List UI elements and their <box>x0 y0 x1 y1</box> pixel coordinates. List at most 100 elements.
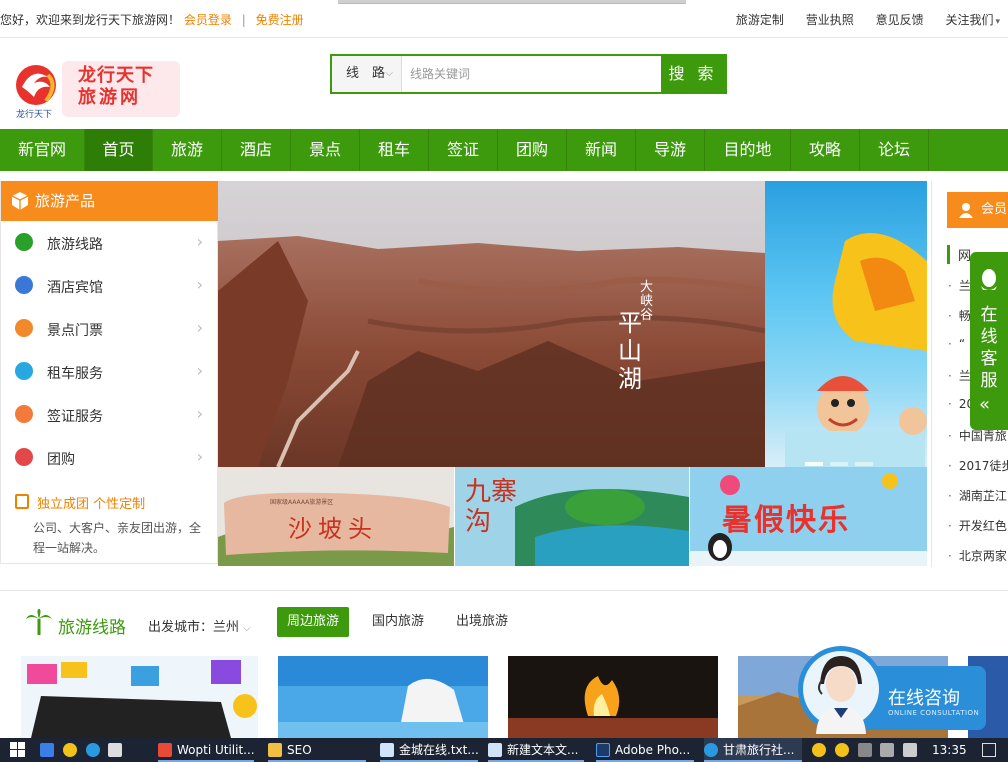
palm-tree-icon <box>26 609 52 635</box>
settings-icon[interactable] <box>108 743 123 757</box>
chevron-right-icon: › <box>196 447 203 466</box>
network-icon[interactable] <box>880 743 895 757</box>
menu-item-routes[interactable]: 旅游线路 › <box>1 222 217 265</box>
tab-outbound[interactable]: 出境旅游 <box>446 607 518 637</box>
search-button[interactable]: 搜 索 <box>661 56 725 92</box>
online-consult-float[interactable]: 在线咨询 ONLINE CONSULTATION <box>796 644 986 738</box>
product-card[interactable] <box>21 656 258 738</box>
news-item[interactable]: 兰 <box>948 367 971 384</box>
nav-item-travel[interactable]: 旅游 <box>153 129 222 171</box>
product-menu-header: 旅游产品 <box>1 181 219 221</box>
login-link[interactable]: 会员登录 <box>184 13 232 27</box>
register-link[interactable]: 免费注册 <box>256 13 304 27</box>
menu-item-car-rental[interactable]: 租车服务 › <box>1 351 217 394</box>
nav-item-visa[interactable]: 签证 <box>429 129 498 171</box>
online-service-float[interactable]: 在线客服 « <box>970 252 1008 430</box>
thumb-jiuzhaigou[interactable]: 九寨沟 <box>455 467 689 566</box>
consult-title: 在线咨询 <box>888 688 960 709</box>
thumb-shapotou[interactable]: 国家级AAAAA旅游景区 沙坡头 <box>218 467 454 566</box>
nav-item-destination[interactable]: 目的地 <box>705 129 791 171</box>
nav-item-groupbuy[interactable]: 团购 <box>498 129 567 171</box>
banner-dot-active[interactable] <box>805 462 823 466</box>
taskbar-item-browser[interactable]: 甘肃旅行社... <box>704 738 802 762</box>
product-card[interactable] <box>508 656 718 738</box>
taskbar-item-notepad2[interactable]: 新建文本文... <box>488 738 584 762</box>
custom-tour-box[interactable]: 独立成团 个性定制 公司、大客户、亲友团出游，全程一站解决。 <box>15 493 211 558</box>
menu-item-tickets[interactable]: 景点门票 › <box>1 308 217 351</box>
nav-item-hotel[interactable]: 酒店 <box>222 129 291 171</box>
nav-item-scenic[interactable]: 景点 <box>291 129 360 171</box>
chevron-up-icon[interactable] <box>857 743 872 757</box>
menu-item-label: 租车服务 <box>47 366 103 382</box>
menu-item-label: 签证服务 <box>47 409 103 425</box>
news-item[interactable]: 畅 <box>948 307 971 324</box>
volume-icon[interactable] <box>903 743 918 757</box>
top-link-follow[interactable]: 关注我们 <box>945 13 993 27</box>
qq-icon <box>981 269 997 290</box>
logo-text-2: 旅游网 <box>78 87 141 108</box>
header: 龙行天下 旅游网 龙行天下 线 路 ⌵ 搜 索 <box>0 39 1008 129</box>
tag-icon <box>15 448 33 466</box>
photoshop-icon <box>596 743 610 757</box>
ticket-icon <box>15 319 33 337</box>
banner-dot[interactable] <box>829 462 848 466</box>
taskbar-item-wopti[interactable]: Wopti Utilit... <box>158 738 254 762</box>
collapse-icon[interactable]: « <box>979 394 990 415</box>
clock[interactable]: 13:35 <box>932 738 967 762</box>
top-link-custom[interactable]: 旅游定制 <box>736 13 784 27</box>
news-item[interactable]: “ <box>948 337 965 351</box>
top-bar: 您好，欢迎来到龙行天下旅游网！ 会员登录 | 免费注册 旅游定制 营业执照 意见… <box>0 0 1008 38</box>
notification-icon[interactable] <box>982 743 996 757</box>
nav-item-car[interactable]: 租车 <box>360 129 429 171</box>
site-logo[interactable]: 龙行天下 旅游网 龙行天下 <box>12 57 180 120</box>
news-item[interactable]: 湖南芷江 <box>948 487 1007 504</box>
qq-icon[interactable] <box>812 743 826 757</box>
taskbar-item-seo[interactable]: SEO <box>268 738 366 762</box>
news-item[interactable]: 2017徒步 <box>948 457 1008 474</box>
separator: | <box>241 13 246 27</box>
app-icon <box>158 743 172 757</box>
nav-item-new-site[interactable]: 新官网 <box>0 129 85 171</box>
chevron-down-icon: ▾ <box>995 17 1000 27</box>
search-scope-select[interactable]: 线 路 ⌵ <box>332 56 402 92</box>
browser-icon <box>704 743 718 757</box>
menu-item-hotels[interactable]: 酒店宾馆 › <box>1 265 217 308</box>
window-icon[interactable] <box>40 743 54 757</box>
browser-icon[interactable] <box>85 743 100 757</box>
hotel-icon <box>15 276 33 294</box>
agent-avatar <box>798 646 884 734</box>
search-scope-label: 线 路 <box>346 66 386 81</box>
taskbar: Wopti Utilit... SEO 金城在线.txt... 新建文本文...… <box>0 738 1008 762</box>
menu-item-label: 旅游线路 <box>47 237 103 253</box>
banner-dot[interactable] <box>854 462 873 466</box>
tab-domestic[interactable]: 国内旅游 <box>362 607 434 637</box>
news-item[interactable]: 兰 <box>948 277 971 294</box>
product-card[interactable] <box>278 656 488 738</box>
news-item[interactable]: 开发红色 <box>948 517 1007 534</box>
nav-item-forum[interactable]: 论坛 <box>860 129 929 171</box>
menu-item-visa[interactable]: 签证服务 › <box>1 394 217 437</box>
thumb-summer[interactable]: 暑假快乐 <box>690 467 927 566</box>
online-service-label: 在线客服 <box>980 305 998 391</box>
menu-item-label: 景点门票 <box>47 323 103 339</box>
nav-item-news[interactable]: 新闻 <box>567 129 636 171</box>
departure-city-select[interactable]: 出发城市：兰州 ⌵ <box>148 616 251 635</box>
taskbar-item-photoshop[interactable]: Adobe Pho... <box>596 738 694 762</box>
top-link-license[interactable]: 营业执照 <box>806 13 854 27</box>
nav-item-strategy[interactable]: 攻略 <box>791 129 860 171</box>
qq-icon[interactable] <box>834 743 849 757</box>
nav-item-home[interactable]: 首页 <box>85 129 153 171</box>
news-item[interactable]: 北京两家 <box>948 547 1007 564</box>
secondary-banner[interactable] <box>765 181 927 467</box>
main-banner[interactable]: 大峡谷 平山湖 <box>218 181 765 467</box>
menu-item-groupbuy[interactable]: 团购 › <box>1 437 217 480</box>
start-button[interactable] <box>10 738 28 762</box>
member-label: 会员 <box>981 202 1008 217</box>
member-button[interactable]: 会员 <box>947 192 1008 228</box>
tab-nearby[interactable]: 周边旅游 <box>277 607 350 637</box>
top-link-feedback[interactable]: 意见反馈 <box>876 13 924 27</box>
taskbar-item-notepad1[interactable]: 金城在线.txt... <box>380 738 478 762</box>
nav-item-guide[interactable]: 导游 <box>636 129 705 171</box>
search-input[interactable] <box>404 56 660 92</box>
qq-icon[interactable] <box>62 743 77 757</box>
